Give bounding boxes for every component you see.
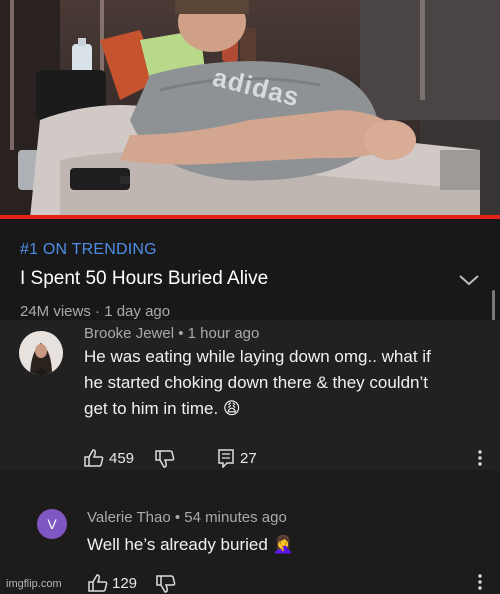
comment-text: He was eating while laying down omg.. wh… — [84, 344, 431, 422]
comment-line: He was eating while laying down omg.. wh… — [84, 347, 431, 366]
video-thumbnail-image — [0, 0, 500, 218]
like-count: 129 — [112, 575, 138, 592]
avatar-image — [19, 331, 63, 375]
comment-author[interactable]: Valerie Thao — [87, 509, 171, 526]
trending-badge[interactable]: #1 ON TRENDING — [20, 241, 157, 259]
video-meta: 24M views · 1 day ago — [20, 303, 170, 320]
watermark: imgflip.com — [6, 578, 62, 590]
reply-icon[interactable] — [218, 449, 234, 468]
avatar-letter: V — [47, 516, 57, 532]
comment-line: get to him in time. 😩 — [84, 399, 241, 418]
comment-author[interactable]: Brooke Jewel — [84, 325, 174, 342]
thumbs-down-icon[interactable] — [156, 575, 176, 593]
comment-card: Brooke Jewel • 1 hour ago He was eating … — [0, 320, 500, 470]
avatar[interactable]: V — [37, 509, 67, 539]
comment-card: V Valerie Thao • 54 minutes ago Well he’… — [0, 470, 500, 594]
comment-meta: Brooke Jewel • 1 hour ago — [84, 325, 259, 342]
more-options-icon[interactable] — [478, 574, 482, 590]
video-thumbnail[interactable]: adidas — [0, 0, 500, 218]
comment-meta: Valerie Thao • 54 minutes ago — [87, 509, 287, 526]
view-count: 24M views — [20, 303, 91, 320]
comment-time[interactable]: 1 hour ago — [188, 325, 260, 342]
comment-text: Well he’s already buried 🤦‍♀️ — [87, 535, 294, 554]
like-count: 459 — [109, 450, 135, 467]
thumbs-up-icon[interactable] — [84, 449, 104, 467]
meta-separator: · — [95, 303, 105, 320]
reply-count[interactable]: 27 — [240, 450, 257, 467]
comment-time[interactable]: 54 minutes ago — [184, 509, 287, 526]
avatar[interactable] — [19, 331, 63, 375]
chevron-down-icon[interactable] — [458, 273, 480, 287]
video-info: #1 ON TRENDING I Spent 50 Hours Buried A… — [0, 219, 500, 320]
more-options-icon[interactable] — [478, 450, 482, 466]
upload-age: 1 day ago — [104, 303, 171, 320]
comment-line: he started choking down there & they cou… — [84, 373, 428, 392]
video-title: I Spent 50 Hours Buried Alive — [20, 268, 269, 289]
meta-separator: • — [174, 509, 185, 526]
thumbs-down-icon[interactable] — [155, 450, 175, 468]
thumbs-up-icon[interactable] — [88, 574, 108, 592]
meta-separator: • — [178, 325, 188, 342]
